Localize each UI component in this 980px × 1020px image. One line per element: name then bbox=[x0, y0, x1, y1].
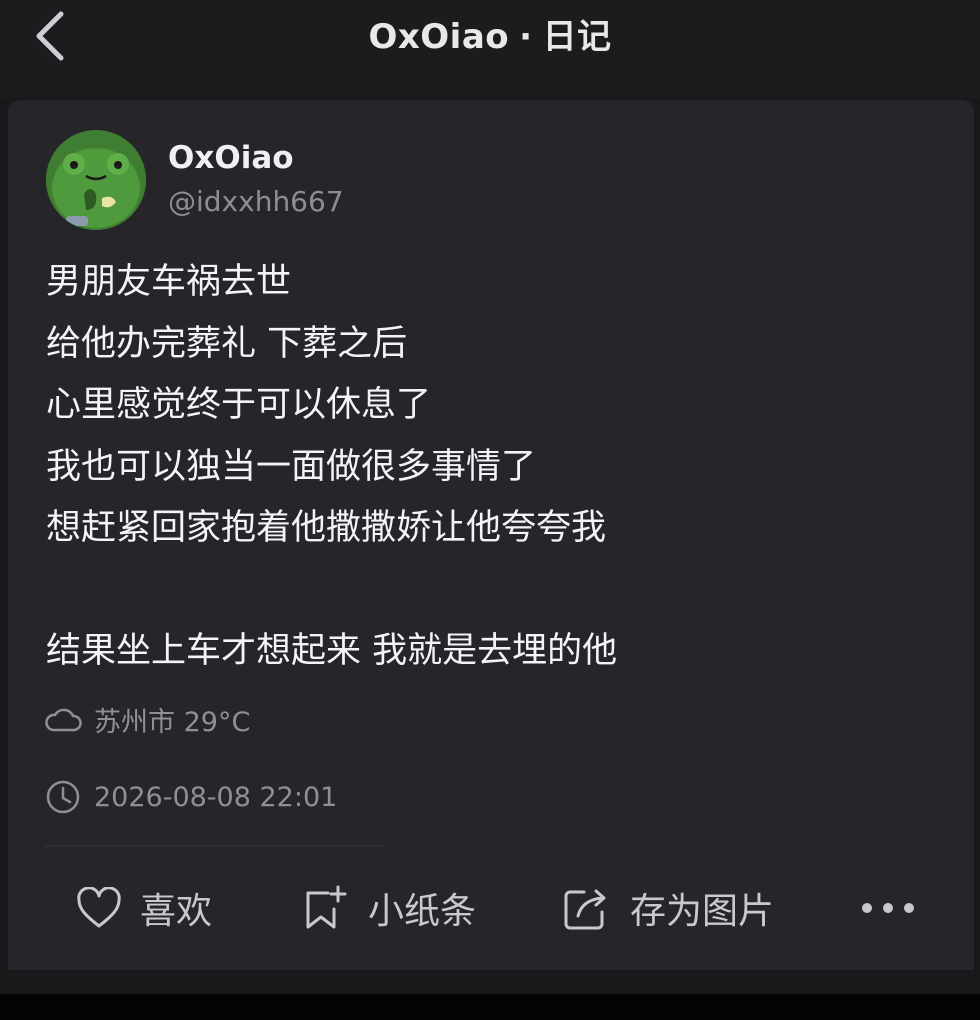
note-label: 小纸条 bbox=[368, 891, 477, 932]
bookmark-add-icon bbox=[300, 883, 350, 933]
diary-post-card: OxOiao @idxxhh667 男朋友车祸去世 给他办完葬礼 下葬之后 心里… bbox=[8, 100, 974, 970]
share-export-icon bbox=[562, 884, 612, 932]
post-line: 结果坐上车才想起来 我就是去埋的他 bbox=[46, 631, 618, 671]
post-line: 我也可以独当一面做很多事情了 bbox=[46, 446, 537, 487]
location-text: 苏州市 29°C bbox=[94, 707, 251, 738]
page-title-section: 日记 bbox=[542, 17, 612, 57]
post-line: 男朋友车祸去世 bbox=[46, 262, 292, 302]
note-button[interactable]: 小纸条 bbox=[300, 880, 476, 936]
diary-screen: OxOiao · 日记 OxOiao @idxxhh667 男朋友车祸去世 给他办完… bbox=[0, 0, 980, 1020]
timestamp-text: 2026-08-08 22:01 bbox=[94, 781, 338, 813]
post-body: 男朋友车祸去世 给他办完葬礼 下葬之后 心里感觉终于可以休息了 我也可以独当一面… bbox=[46, 252, 946, 683]
heart-icon bbox=[76, 887, 122, 929]
top-navigation-bar: OxOiao · 日记 bbox=[0, 0, 980, 98]
post-line: 给他办完葬礼 下葬之后 bbox=[46, 323, 408, 364]
like-button[interactable]: 喜欢 bbox=[76, 880, 212, 936]
more-button[interactable] bbox=[858, 880, 918, 936]
page-title-user: OxOiao bbox=[368, 17, 510, 57]
more-dots-icon bbox=[861, 902, 915, 914]
post-line-blank bbox=[46, 560, 946, 622]
weather-location: 苏州市 29°C bbox=[44, 700, 250, 739]
user-name[interactable]: OxOiao bbox=[168, 138, 294, 178]
action-bar: 喜欢 小纸条 存为图片 bbox=[8, 870, 974, 946]
page-title-separator: · bbox=[519, 17, 533, 57]
post-line: 心里感觉终于可以休息了 bbox=[46, 385, 432, 425]
bottom-edge bbox=[0, 994, 980, 1020]
divider bbox=[44, 845, 384, 847]
page-title: OxOiao · 日记 bbox=[0, 14, 980, 60]
user-handle: @idxxhh667 bbox=[168, 185, 344, 218]
save-as-image-button[interactable]: 存为图片 bbox=[562, 880, 774, 936]
like-label: 喜欢 bbox=[140, 891, 213, 932]
post-line: 想赶紧回家抱着他撒撒娇让他夸夸我 bbox=[46, 508, 607, 548]
post-timestamp: 2026-08-08 22:01 bbox=[44, 778, 337, 816]
avatar[interactable] bbox=[46, 130, 146, 230]
clock-icon bbox=[44, 778, 82, 816]
cloud-icon bbox=[44, 701, 82, 739]
save-label: 存为图片 bbox=[630, 891, 775, 932]
